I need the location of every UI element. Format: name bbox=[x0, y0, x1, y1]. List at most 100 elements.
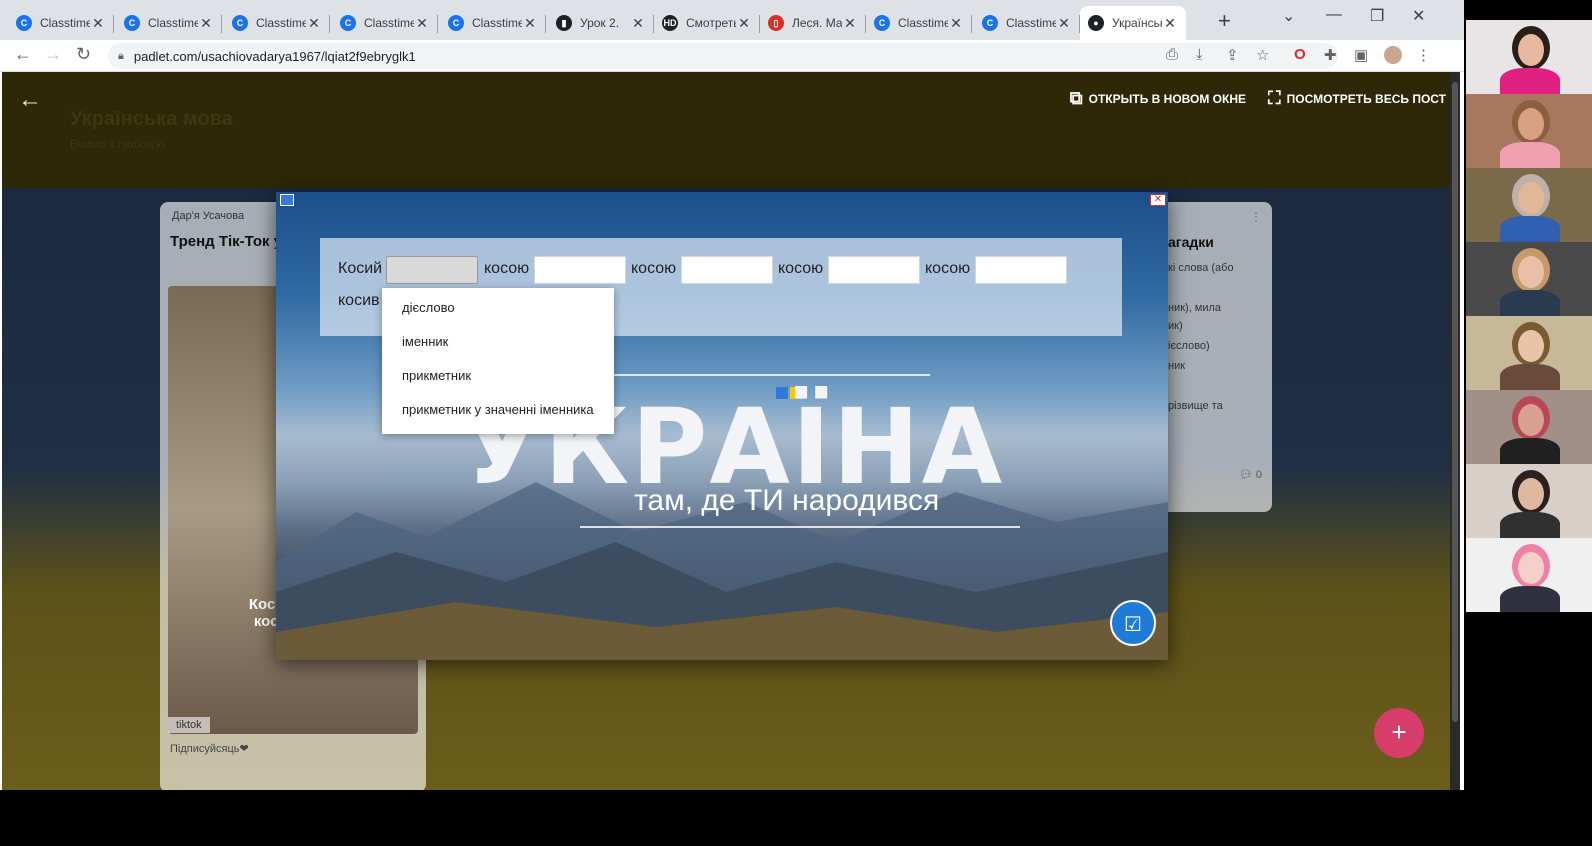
participant-video-tile[interactable] bbox=[1466, 168, 1592, 242]
minimize-button[interactable]: — bbox=[1326, 6, 1342, 24]
view-full-post-button[interactable]: ⛶ ПОСМОТРЕТЬ ВЕСЬ ПОСТ bbox=[1268, 88, 1446, 109]
tab-title: Урок 2. bbox=[580, 16, 620, 30]
answer-blank-5[interactable] bbox=[975, 256, 1067, 284]
padlet-title: Українська мова bbox=[70, 108, 233, 130]
post-menu-icon[interactable]: ⋮ bbox=[1250, 210, 1262, 224]
back-arrow-icon[interactable]: ← bbox=[14, 44, 32, 65]
post-text-line: ник), мила bbox=[1168, 302, 1222, 314]
bookmark-star-icon[interactable]: ☆ bbox=[1256, 46, 1269, 64]
close-tab-icon[interactable]: ✕ bbox=[414, 15, 430, 32]
close-window-button[interactable]: ✕ bbox=[1412, 6, 1425, 26]
side-panel-icon[interactable]: ▣ bbox=[1354, 46, 1368, 64]
close-tab-icon[interactable]: ✕ bbox=[198, 15, 214, 32]
dropdown-option[interactable]: прикметник у значенні іменника bbox=[382, 396, 614, 430]
opera-vpn-icon[interactable]: O bbox=[1294, 46, 1306, 63]
install-app-icon[interactable]: ⎙ bbox=[1166, 46, 1178, 63]
classtime-icon: C bbox=[16, 15, 32, 31]
classtime-icon: C bbox=[232, 15, 248, 31]
close-tab-icon[interactable]: ✕ bbox=[1056, 15, 1072, 32]
open-new-window-button[interactable]: ⧉ ОТКРЫТЬ В НОВОМ ОКНЕ bbox=[1070, 88, 1246, 109]
answer-dropdown: дієслово іменник прикметник прикметник у… bbox=[382, 288, 614, 434]
close-tab-icon[interactable]: ✕ bbox=[630, 15, 646, 32]
video-icon: ▮ bbox=[556, 15, 572, 31]
tab-title: Леся. Ма bbox=[792, 16, 842, 30]
browser-menu-icon[interactable]: ⋮ bbox=[1416, 46, 1431, 64]
tab-title: Classtime bbox=[256, 16, 306, 30]
add-post-button[interactable]: + bbox=[1374, 708, 1424, 758]
close-tab-icon[interactable]: ✕ bbox=[736, 15, 752, 32]
browser-tab[interactable]: ▯ Леся. Ма ✕ bbox=[760, 6, 866, 40]
video-subtitle: там, де ТИ народився bbox=[634, 484, 940, 517]
close-tab-icon[interactable]: ✕ bbox=[522, 15, 538, 32]
browser-tab[interactable]: C Classtime ✕ bbox=[440, 6, 546, 40]
tab-title: Classtime bbox=[40, 16, 90, 30]
participant-video-tile[interactable] bbox=[1466, 94, 1592, 168]
page-scrollbar[interactable] bbox=[1450, 72, 1460, 790]
browser-tab[interactable]: C Classtime ✕ bbox=[866, 6, 972, 40]
answer-blank-4[interactable] bbox=[828, 256, 920, 284]
tab-title: Classtime bbox=[364, 16, 414, 30]
forward-arrow-icon[interactable]: → bbox=[44, 44, 62, 65]
participant-video-tile[interactable] bbox=[1466, 242, 1592, 316]
extensions-puzzle-icon[interactable]: ✚ bbox=[1324, 46, 1337, 64]
profile-avatar[interactable] bbox=[1384, 46, 1402, 64]
post-card-riddles[interactable]: ⋮ агадки кі слова (або ник), мила ик) ієсло… bbox=[1160, 202, 1272, 512]
back-arrow-icon[interactable]: ← bbox=[18, 86, 42, 114]
browser-tab[interactable]: C Classtime ✕ bbox=[332, 6, 438, 40]
post-footer-text: Підписуйсяць❤ bbox=[170, 743, 249, 755]
quiz-word: косив bbox=[338, 292, 380, 309]
participant-video-tile[interactable] bbox=[1466, 20, 1592, 94]
check-answers-button[interactable]: ☑ bbox=[1110, 600, 1156, 646]
post-text-line: різвище та bbox=[1168, 400, 1223, 412]
participant-video-tile[interactable] bbox=[1466, 538, 1592, 612]
answer-blank-2[interactable] bbox=[534, 256, 626, 284]
browser-tab[interactable]: C Classtime ✕ bbox=[8, 6, 114, 40]
participant-video-tile[interactable] bbox=[1466, 390, 1592, 464]
post-text-line: ник bbox=[1168, 360, 1186, 372]
post-text-line: ієслово) bbox=[1168, 340, 1210, 352]
post-author: Дар'я Усачова bbox=[172, 210, 245, 222]
share-icon[interactable]: ⇪ bbox=[1226, 46, 1239, 64]
dropdown-option[interactable]: іменник bbox=[382, 328, 614, 362]
modal-close-button[interactable]: ✕ bbox=[1150, 194, 1166, 206]
padlet-icon: ● bbox=[1088, 15, 1104, 31]
tab-title: Українськ bbox=[1112, 16, 1162, 30]
comment-count[interactable]: 💬︎ 0 bbox=[1239, 468, 1262, 481]
reload-icon[interactable]: ↻ bbox=[76, 44, 91, 65]
close-tab-icon[interactable]: ✕ bbox=[306, 15, 322, 32]
post-tag: tiktok bbox=[168, 717, 210, 733]
participant-video-tile[interactable] bbox=[1466, 464, 1592, 538]
close-tab-icon[interactable]: ✕ bbox=[90, 15, 106, 32]
browser-tab[interactable]: C Classtime ✕ bbox=[116, 6, 222, 40]
padlet-header: Українська мова Вчимо з любов'ю bbox=[70, 108, 233, 151]
dropdown-option[interactable]: прикметник bbox=[382, 362, 614, 396]
participant-video-tile[interactable] bbox=[1466, 316, 1592, 390]
answer-blank-3[interactable] bbox=[681, 256, 773, 284]
browser-tab[interactable]: C Classtime ✕ bbox=[224, 6, 330, 40]
download-icon[interactable]: ⤓ bbox=[1196, 46, 1203, 63]
url-text: padlet.com/usachiovadarya1967/lqiat2f9eb… bbox=[133, 48, 416, 64]
lock-icon: 🔒︎ bbox=[118, 49, 124, 62]
browser-tab[interactable]: HD Смотреть ✕ bbox=[654, 6, 760, 40]
answer-blank-1[interactable] bbox=[386, 256, 478, 284]
new-tab-button[interactable]: + bbox=[1218, 8, 1231, 34]
title-line-top bbox=[580, 374, 930, 376]
title-line-bottom bbox=[580, 526, 1020, 528]
browser-tab[interactable]: ▮ Урок 2. ✕ bbox=[548, 6, 654, 40]
close-tab-icon[interactable]: ✕ bbox=[948, 15, 964, 32]
screen: C Classtime ✕ C Classtime ✕ C Classtime ✕ C Classt… bbox=[0, 0, 1592, 846]
classtime-icon: C bbox=[874, 15, 890, 31]
quiz-word: косою bbox=[925, 260, 971, 277]
restore-button[interactable]: ❐ bbox=[1370, 6, 1384, 26]
address-bar[interactable]: 🔒︎ padlet.com/usachiovadarya1967/lqiat2f… bbox=[108, 43, 1338, 69]
close-tab-icon[interactable]: ✕ bbox=[1162, 15, 1178, 32]
tab-strip: C Classtime ✕ C Classtime ✕ C Classtime ✕ C Classt… bbox=[0, 0, 1464, 40]
browser-tab[interactable]: C Classtime ✕ bbox=[974, 6, 1080, 40]
tab-title: Classtime bbox=[148, 16, 198, 30]
quiz-word: косою bbox=[778, 260, 824, 277]
dropdown-option[interactable]: дієслово bbox=[382, 294, 614, 328]
tab-search-icon[interactable]: ⌄ bbox=[1282, 6, 1295, 26]
browser-tab[interactable]: ● Українськ ✕ bbox=[1080, 6, 1186, 40]
close-tab-icon[interactable]: ✕ bbox=[842, 15, 858, 32]
post-title: агадки bbox=[1168, 234, 1214, 250]
